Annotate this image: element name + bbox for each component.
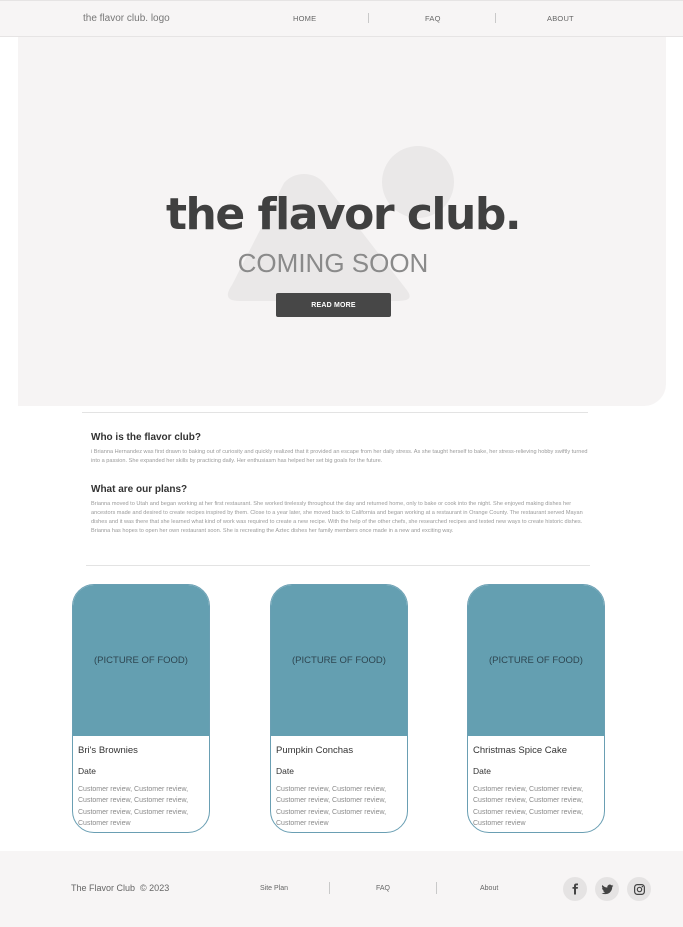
nav-link-faq[interactable]: FAQ	[425, 14, 441, 23]
card-review: Customer review, Customer review, Custom…	[473, 786, 584, 827]
hero-section: the flavor club. COMING SOON READ MORE	[18, 37, 666, 406]
card-review: Customer review, Customer review, Custom…	[78, 786, 189, 827]
card-review: Customer review, Customer review, Custom…	[276, 786, 387, 827]
nav-divider	[368, 13, 369, 23]
card-date: Date	[78, 766, 96, 776]
site-logo[interactable]: the flavor club. logo	[83, 13, 170, 24]
footer-link-site-plan[interactable]: Site Plan	[260, 885, 288, 892]
recipe-card-spice-cake[interactable]: (PICTURE OF FOOD) Christmas Spice Cake D…	[467, 584, 605, 833]
footer-brand-name: The Flavor Club	[71, 883, 136, 893]
nav-divider	[495, 13, 496, 23]
card-title: Christmas Spice Cake	[473, 745, 567, 756]
twitter-icon[interactable]	[595, 877, 619, 901]
hero-title: the flavor club.	[165, 189, 522, 240]
footer-divider	[329, 882, 330, 894]
card-title: Pumpkin Conchas	[276, 745, 354, 756]
section-divider	[86, 565, 590, 566]
food-image-label: (PICTURE OF FOOD)	[489, 655, 583, 666]
food-image-placeholder: (PICTURE OF FOOD)	[271, 585, 407, 736]
footer-link-about[interactable]: About	[480, 885, 498, 892]
card-date: Date	[276, 766, 294, 776]
section-divider	[82, 412, 588, 413]
instagram-icon[interactable]	[627, 877, 651, 901]
card-title: Bri's Brownies	[78, 745, 138, 756]
footer: The Flavor Club © 2023 Site Plan FAQ Abo…	[0, 851, 683, 927]
top-nav: the flavor club. logo HOME FAQ ABOUT	[0, 0, 683, 37]
food-image-label: (PICTURE OF FOOD)	[292, 655, 386, 666]
food-image-label: (PICTURE OF FOOD)	[94, 655, 188, 666]
recipe-card-conchas[interactable]: (PICTURE OF FOOD) Pumpkin Conchas Date C…	[270, 584, 408, 833]
card-date: Date	[473, 766, 491, 776]
footer-divider	[436, 882, 437, 894]
recipe-card-brownies[interactable]: (PICTURE OF FOOD) Bri's Brownies Date Cu…	[72, 584, 210, 833]
nav-link-home[interactable]: HOME	[293, 14, 316, 23]
footer-link-faq[interactable]: FAQ	[376, 885, 390, 892]
footer-copyright: © 2023	[140, 883, 170, 893]
footer-brand: The Flavor Club © 2023	[71, 883, 169, 893]
about-text-who: i Brianna Hernandez was first drawn to b…	[91, 449, 588, 465]
about-heading-who: Who is the flavor club?	[91, 432, 202, 443]
about-text-plans: Brianna moved to Utah and began working …	[91, 501, 583, 535]
food-image-placeholder: (PICTURE OF FOOD)	[468, 585, 604, 736]
nav-link-about[interactable]: ABOUT	[547, 14, 574, 23]
food-image-placeholder: (PICTURE OF FOOD)	[73, 585, 209, 736]
read-more-button[interactable]: READ MORE	[276, 293, 391, 317]
about-heading-plans: What are our plans?	[91, 484, 188, 495]
facebook-icon[interactable]	[563, 877, 587, 901]
hero-subtitle: COMING SOON	[237, 248, 429, 278]
